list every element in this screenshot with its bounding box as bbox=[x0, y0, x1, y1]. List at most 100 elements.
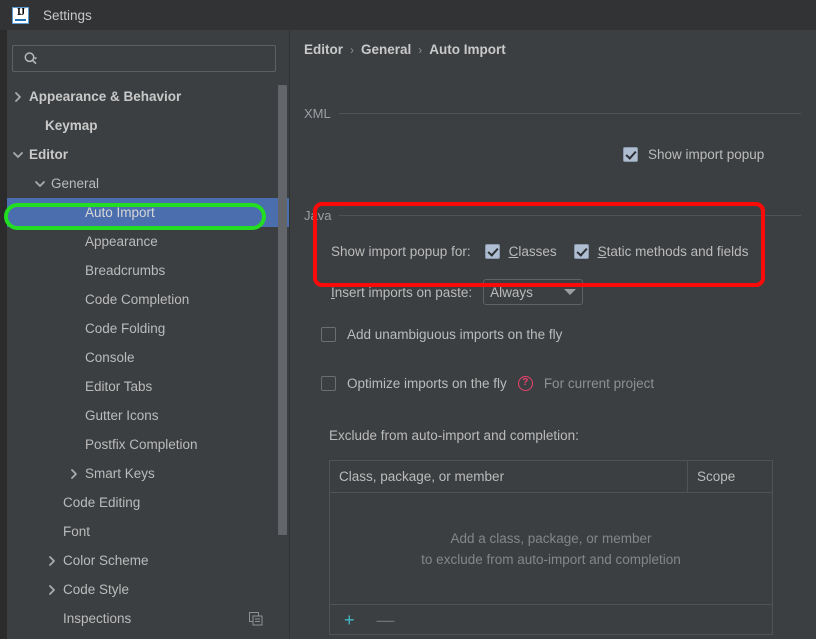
settings-tree: Appearance & Behavior Keymap Editor General… bbox=[7, 82, 289, 639]
show-import-popup-for-row: Show import popup for: Classes Static me… bbox=[331, 244, 801, 259]
window-left-edge bbox=[0, 30, 7, 639]
breadcrumb-separator: › bbox=[350, 42, 354, 57]
xml-group: XML bbox=[304, 106, 801, 121]
sidebar-item-label: Gutter Icons bbox=[85, 408, 159, 423]
xml-group-title: XML bbox=[304, 106, 331, 121]
java-group-header: Java bbox=[304, 208, 801, 223]
exclude-table-empty-line-1: Add a class, package, or member bbox=[450, 530, 652, 546]
sidebar-item-label: Smart Keys bbox=[85, 466, 155, 481]
insert-imports-on-paste-row: Insert imports on paste: Always bbox=[331, 279, 801, 305]
sidebar-item-label: Code Editing bbox=[63, 495, 141, 510]
sidebar-item-code-style[interactable]: Code Style bbox=[7, 575, 289, 604]
sidebar-item-appearance-behavior[interactable]: Appearance & Behavior bbox=[7, 82, 289, 111]
search-input[interactable] bbox=[45, 46, 269, 73]
classes-checkbox[interactable] bbox=[484, 244, 500, 259]
sidebar-item-keymap[interactable]: Keymap bbox=[7, 111, 289, 140]
xml-show-import-popup-row[interactable]: Show import popup bbox=[623, 147, 816, 162]
breadcrumb-item[interactable]: General bbox=[361, 42, 411, 57]
sidebar-item-auto-import[interactable]: Auto Import bbox=[7, 198, 289, 227]
sidebar-item-color-scheme[interactable]: Color Scheme bbox=[7, 546, 289, 575]
insert-imports-on-paste-value: Always bbox=[490, 284, 533, 300]
breadcrumb-item[interactable]: Editor bbox=[304, 42, 343, 57]
add-icon[interactable]: + bbox=[344, 611, 355, 629]
sidebar-item-font[interactable]: Font bbox=[7, 517, 289, 546]
insert-imports-on-paste-label: Insert imports on paste: bbox=[331, 285, 472, 300]
sidebar-item-smart-keys[interactable]: Smart Keys bbox=[7, 459, 289, 488]
java-group-title: Java bbox=[304, 208, 332, 223]
java-group-rule bbox=[339, 215, 801, 216]
chevron-right-icon[interactable] bbox=[12, 91, 24, 103]
optimize-imports-row[interactable]: Optimize imports on the fly ? For curren… bbox=[321, 376, 791, 391]
search-box[interactable] bbox=[12, 45, 276, 73]
sidebar-item-label: Editor bbox=[29, 147, 68, 162]
exclude-table: Class, package, or member Scope Add a cl… bbox=[329, 460, 773, 635]
chevron-right-icon[interactable] bbox=[46, 584, 58, 596]
add-unambiguous-imports-label: Add unambiguous imports on the fly bbox=[347, 327, 563, 342]
static-methods-checkbox[interactable] bbox=[573, 244, 589, 259]
sidebar-item-general[interactable]: General bbox=[7, 169, 289, 198]
sidebar-item-inspections[interactable]: Inspections bbox=[7, 604, 289, 633]
insert-imports-on-paste-select[interactable]: Always bbox=[483, 279, 584, 305]
exclude-table-header: Class, package, or member Scope bbox=[330, 461, 772, 493]
sidebar-item-label: Keymap bbox=[45, 118, 98, 133]
sidebar-item-label: Console bbox=[85, 350, 135, 365]
breadcrumb: Editor › General › Auto Import bbox=[304, 42, 506, 57]
sidebar-item-code-completion[interactable]: Code Completion bbox=[7, 285, 289, 314]
sidebar-item-label: Appearance & Behavior bbox=[29, 89, 182, 104]
chevron-right-icon[interactable] bbox=[68, 468, 80, 480]
insert-imports-label-rest: nsert imports on paste: bbox=[334, 284, 473, 300]
sidebar-item-label: Code Completion bbox=[85, 292, 190, 307]
optimize-imports-checkbox[interactable] bbox=[321, 376, 336, 391]
sidebar-item-editor[interactable]: Editor bbox=[7, 140, 289, 169]
xml-group-header: XML bbox=[304, 106, 801, 121]
settings-main-panel: Editor › General › Auto Import XML Show impo… bbox=[290, 30, 816, 639]
sidebar-item-label: Color Scheme bbox=[63, 553, 149, 568]
sidebar-item-console[interactable]: Console bbox=[7, 343, 289, 372]
sidebar-item-label: General bbox=[51, 176, 100, 191]
sidebar-scrollbar-thumb[interactable] bbox=[278, 85, 287, 535]
sidebar-item-code-editing[interactable]: Code Editing bbox=[7, 488, 289, 517]
exclude-section-label-wrap: Exclude from auto-import and completion: bbox=[329, 428, 816, 443]
remove-icon: — bbox=[376, 610, 395, 630]
chevron-down-icon[interactable] bbox=[34, 178, 46, 190]
sidebar-item-editor-tabs[interactable]: Editor Tabs bbox=[7, 372, 289, 401]
help-question-icon[interactable]: ? bbox=[517, 376, 533, 391]
settings-sidebar: Appearance & Behavior Keymap Editor General… bbox=[7, 30, 289, 639]
add-unambiguous-imports-checkbox[interactable] bbox=[321, 327, 336, 342]
intellij-idea-logo-icon bbox=[12, 6, 29, 24]
window-title-bar: Settings bbox=[0, 0, 816, 30]
sidebar-item-postfix-completion[interactable]: Postfix Completion bbox=[7, 430, 289, 459]
copy-icon bbox=[249, 611, 263, 625]
chevron-down-icon[interactable] bbox=[12, 149, 24, 161]
window-title: Settings bbox=[43, 7, 92, 23]
breadcrumb-item[interactable]: Auto Import bbox=[429, 42, 506, 57]
sidebar-scrollbar[interactable] bbox=[278, 85, 287, 590]
breadcrumb-separator: › bbox=[418, 42, 423, 57]
copy-icon[interactable] bbox=[249, 611, 263, 626]
xml-show-import-popup-checkbox[interactable] bbox=[623, 147, 638, 162]
sidebar-item-code-folding[interactable]: Code Folding bbox=[7, 314, 289, 343]
sidebar-item-label: Auto Import bbox=[85, 205, 155, 220]
sidebar-item-label: Postfix Completion bbox=[85, 437, 198, 452]
sidebar-item-label: Font bbox=[63, 524, 91, 539]
classes-mnemonic: C bbox=[508, 244, 519, 259]
sidebar-item-gutter-icons[interactable]: Gutter Icons bbox=[7, 401, 289, 430]
classes-label-rest: lasses bbox=[518, 244, 557, 259]
classes-label: Classes bbox=[509, 244, 557, 259]
settings-window: Settings Appearance & Behavior Keymap Edit… bbox=[0, 0, 816, 639]
static-methods-label: Static methods and fields bbox=[598, 244, 749, 259]
add-unambiguous-imports-row[interactable]: Add unambiguous imports on the fly bbox=[321, 327, 791, 342]
sidebar-item-appearance[interactable]: Appearance bbox=[7, 227, 289, 256]
exclude-table-empty-state: Add a class, package, or member to exclu… bbox=[330, 493, 772, 605]
sidebar-item-label: Breadcrumbs bbox=[85, 263, 166, 278]
sidebar-item-label: Code Folding bbox=[85, 321, 166, 336]
search-icon bbox=[24, 52, 38, 65]
sidebar-item-label: Editor Tabs bbox=[85, 379, 153, 394]
xml-show-import-popup-label: Show import popup bbox=[648, 147, 765, 162]
sidebar-item-label: Inspections bbox=[63, 611, 132, 626]
sidebar-item-breadcrumbs[interactable]: Breadcrumbs bbox=[7, 256, 289, 285]
exclude-table-toolbar: + — bbox=[330, 605, 772, 635]
exclude-table-col-scope[interactable]: Scope bbox=[688, 461, 772, 492]
exclude-table-col-class[interactable]: Class, package, or member bbox=[330, 461, 688, 492]
chevron-right-icon[interactable] bbox=[46, 555, 58, 567]
